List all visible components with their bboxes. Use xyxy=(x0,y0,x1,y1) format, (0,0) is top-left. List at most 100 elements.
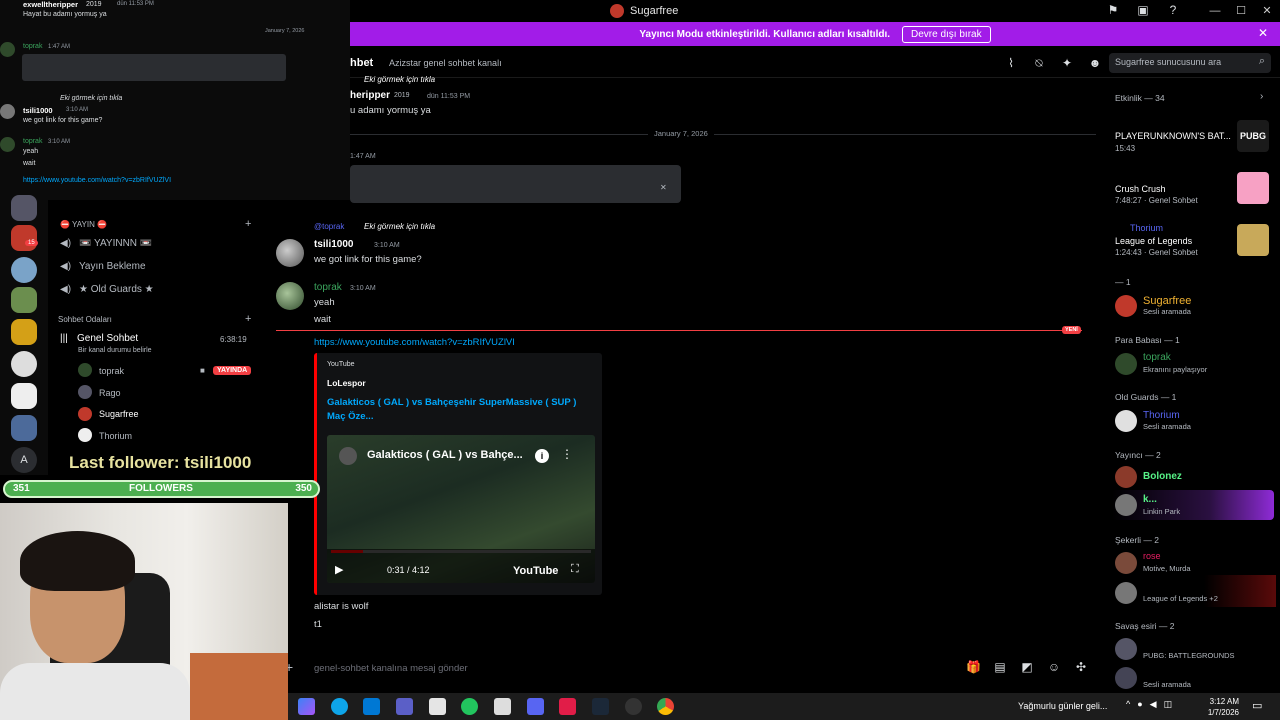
reply-attachment-hint[interactable]: Eki görmek için tıkla xyxy=(364,222,435,231)
avatar[interactable] xyxy=(1115,494,1137,516)
chevron-up-icon[interactable]: ^ xyxy=(1126,699,1130,710)
avatar[interactable] xyxy=(1115,295,1137,317)
inbox-icon[interactable]: ▣ xyxy=(1136,3,1150,17)
attachment-close-icon[interactable]: ✕ xyxy=(660,183,667,192)
more-icon[interactable]: ⋮ xyxy=(561,447,573,461)
pin-icon[interactable]: ✦ xyxy=(1060,56,1074,71)
video-title[interactable]: Galakticos ( GAL ) vs Bahçe... xyxy=(367,449,523,461)
video-player[interactable]: Galakticos ( GAL ) vs Bahçe... i ⋮ ▶ 0:3… xyxy=(327,435,595,583)
mic-icon[interactable]: ● xyxy=(1137,699,1142,710)
channel-item[interactable]: 📼 YAYINNN 📼 xyxy=(79,238,152,249)
avatar[interactable] xyxy=(1115,410,1137,432)
avatar[interactable] xyxy=(276,239,304,267)
search-input[interactable]: Sugarfree sunucusunu ara ⌕ xyxy=(1109,53,1271,73)
attachment-hint[interactable]: Eki görmek için tıkla xyxy=(364,75,435,84)
steam-icon[interactable] xyxy=(592,698,609,715)
avatar[interactable] xyxy=(276,282,304,310)
voice-member[interactable]: Rago xyxy=(99,388,121,398)
member-name[interactable]: toprak xyxy=(1143,352,1171,363)
volume-icon[interactable]: ◀ xyxy=(1150,699,1157,710)
add-channel-icon[interactable]: + xyxy=(245,313,251,325)
message-author[interactable]: tsili1000 xyxy=(314,239,353,250)
channel-status[interactable]: Bir kanal durumu belirle xyxy=(78,347,152,354)
info-icon[interactable]: i xyxy=(535,449,549,463)
sticker-icon[interactable]: ◩ xyxy=(1020,660,1034,674)
notification-icon[interactable]: ▭ xyxy=(1252,699,1262,712)
activity-thumbnail[interactable] xyxy=(1237,172,1269,204)
message-author[interactable]: heripper xyxy=(350,90,390,101)
avatar[interactable] xyxy=(1115,466,1137,488)
help-icon[interactable]: ? xyxy=(1166,3,1180,17)
flag-icon[interactable]: ⚑ xyxy=(1106,3,1120,17)
emoji-icon[interactable]: ☺ xyxy=(1047,660,1061,674)
app-icon[interactable] xyxy=(559,698,576,715)
activity-user[interactable]: Thorium xyxy=(1130,223,1163,233)
reply-mention[interactable]: @toprak xyxy=(314,222,344,231)
edge-icon[interactable] xyxy=(331,698,348,715)
minimize-icon[interactable]: — xyxy=(1202,0,1228,22)
avatar[interactable] xyxy=(1115,667,1137,689)
member-name[interactable]: Sugarfree xyxy=(1143,295,1191,307)
member-name[interactable]: Bolonez xyxy=(1143,471,1182,482)
activity-thumbnail[interactable]: PUBG xyxy=(1237,120,1269,152)
category-live[interactable]: ⛔ YAYIN ⛔ xyxy=(60,220,107,229)
voice-member[interactable]: Thorium xyxy=(99,431,132,441)
avatar[interactable] xyxy=(1115,353,1137,375)
copilot-icon[interactable] xyxy=(298,698,315,715)
obs-icon[interactable] xyxy=(625,698,642,715)
server-icon[interactable] xyxy=(11,287,37,313)
close-window-icon[interactable]: ✕ xyxy=(1254,0,1280,22)
server-icon[interactable] xyxy=(11,415,37,441)
embed-title[interactable]: Galakticos ( GAL ) vs Bahçeşehir SuperMa… xyxy=(327,396,595,424)
gif-icon[interactable]: ▤ xyxy=(993,660,1007,674)
avatar[interactable] xyxy=(1115,582,1137,604)
mute-icon[interactable]: ⍉ xyxy=(1032,56,1046,71)
activity-title[interactable]: PLAYERUNKNOWN'S BAT... xyxy=(1115,131,1231,141)
disable-streamer-mode-button[interactable]: Devre dışı bırak xyxy=(902,25,991,43)
add-channel-icon[interactable]: + xyxy=(245,218,251,230)
avatar[interactable] xyxy=(1115,552,1137,574)
outlook-icon[interactable] xyxy=(363,698,380,715)
activity-thumbnail[interactable] xyxy=(1237,224,1269,256)
utorrent-icon[interactable] xyxy=(461,698,478,715)
member-list-icon[interactable]: ☻ xyxy=(1088,56,1102,71)
attachment-card[interactable]: ✕ xyxy=(350,165,681,203)
server-icon[interactable] xyxy=(11,351,37,377)
server-icon[interactable] xyxy=(11,319,37,345)
chrome-icon[interactable] xyxy=(657,698,674,715)
banner-close-icon[interactable]: ✕ xyxy=(1258,26,1268,40)
server-icon[interactable] xyxy=(11,257,37,283)
play-icon[interactable]: ▶ xyxy=(335,563,343,576)
voice-member[interactable]: Sugarfree xyxy=(99,409,139,419)
youtube-logo[interactable]: YouTube xyxy=(513,565,558,577)
embed-author[interactable]: LoLespor xyxy=(327,378,366,388)
apps-icon[interactable]: ✣ xyxy=(1074,660,1088,674)
member-name[interactable]: k... xyxy=(1143,494,1157,505)
chevron-right-icon[interactable]: › xyxy=(1260,91,1263,102)
maximize-icon[interactable]: ☐ xyxy=(1228,0,1254,22)
message-link[interactable]: https://www.youtube.com/watch?v=zbRIfVUZ… xyxy=(314,337,515,348)
server-icon[interactable] xyxy=(11,195,37,221)
server-icon[interactable] xyxy=(11,225,37,251)
teams-icon[interactable] xyxy=(396,698,413,715)
channel-item[interactable]: Yayın Bekleme xyxy=(79,261,146,272)
store-icon[interactable] xyxy=(429,698,446,715)
category-chat[interactable]: Sohbet Odaları xyxy=(58,315,112,324)
voice-channel[interactable]: Genel Sohbet xyxy=(77,333,138,344)
gift-icon[interactable]: 🎁 xyxy=(966,660,981,674)
threads-icon[interactable]: ⌇ xyxy=(1004,56,1018,71)
member-name[interactable]: rose xyxy=(1143,551,1161,561)
network-icon[interactable]: ◫ xyxy=(1164,699,1173,710)
activity-title[interactable]: Crush Crush xyxy=(1115,184,1166,194)
server-icon[interactable] xyxy=(11,383,37,409)
clock[interactable]: 3:12 AM 1/7/2026 xyxy=(1193,696,1239,718)
discord-icon[interactable] xyxy=(527,698,544,715)
avatar[interactable] xyxy=(1115,638,1137,660)
member-name[interactable]: Thorium xyxy=(1143,410,1180,421)
activity-title[interactable]: League of Legends xyxy=(1115,236,1192,246)
vpn-icon[interactable] xyxy=(494,698,511,715)
channel-item[interactable]: ★ Old Guards ★ xyxy=(79,284,154,295)
message-author[interactable]: toprak xyxy=(314,282,342,293)
weather-widget[interactable]: Yağmurlu günler geli... xyxy=(1018,701,1107,711)
message-composer[interactable]: + genel-sohbet kanalına mesaj gönder 🎁 ▤… xyxy=(285,655,1096,681)
